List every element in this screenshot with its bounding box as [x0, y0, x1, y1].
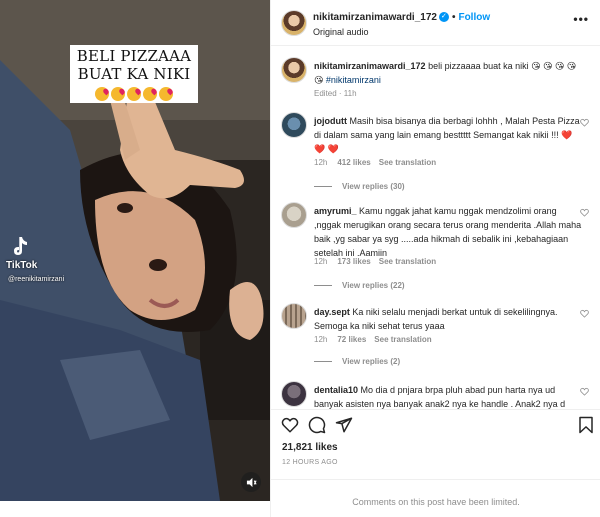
comment-time: 12h	[314, 257, 328, 266]
action-bar	[271, 409, 600, 439]
more-options-button[interactable]: •••	[573, 12, 589, 26]
comment-time: 12h	[314, 158, 328, 167]
post-panel: nikitamirzanimawardi_172 ✓ • Follow Origina…	[270, 0, 600, 517]
post-header: nikitamirzanimawardi_172 ✓ • Follow Origina…	[271, 0, 600, 46]
tiktok-brand-text: TikTok	[6, 260, 38, 271]
mute-button[interactable]	[241, 472, 261, 492]
author-avatar[interactable]	[281, 10, 307, 36]
comment-likes[interactable]: 412 likes	[337, 158, 370, 167]
tiktok-logo-icon	[14, 237, 27, 255]
comment-text: Masih bisa bisanya dia berbagi lohhh , M…	[314, 116, 580, 140]
author-username[interactable]: nikitamirzanimawardi_172	[313, 12, 437, 23]
comment-username[interactable]: jojodutt	[314, 116, 347, 126]
see-translation-link[interactable]: See translation	[379, 158, 436, 167]
comment-likes[interactable]: 173 likes	[337, 257, 370, 266]
kiss-emoji-icon	[143, 86, 157, 101]
comment-username[interactable]: amyrumi_	[314, 206, 357, 216]
like-comment-icon[interactable]	[580, 118, 589, 127]
kiss-emoji-row	[70, 85, 198, 101]
comment-text: Ka niki selalu menjadi berkat untuk di s…	[314, 307, 558, 331]
like-comment-icon[interactable]	[580, 309, 589, 318]
post-timestamp[interactable]: 12 HOURS AGO	[282, 459, 338, 466]
view-replies-button[interactable]: View replies (30)	[314, 182, 405, 191]
commenter-avatar[interactable]	[281, 202, 307, 228]
see-translation-link[interactable]: See translation	[379, 257, 436, 266]
comment-likes[interactable]: 72 likes	[337, 335, 366, 344]
comment-meta: 12h 412 likes See translation	[314, 158, 436, 167]
like-comment-icon[interactable]	[580, 208, 589, 217]
speaker-icon	[246, 477, 257, 487]
verified-badge-icon: ✓	[438, 12, 449, 23]
see-translation-link[interactable]: See translation	[374, 335, 431, 344]
original-audio-link[interactable]: Original audio	[313, 27, 369, 37]
caption-author-avatar[interactable]	[281, 57, 307, 83]
commenter-avatar[interactable]	[281, 303, 307, 329]
kiss-emoji-icon	[111, 86, 125, 101]
comments-limited-notice: Comments on this post have been limited.	[271, 479, 600, 517]
video-player[interactable]: BELI PIZZAAA BUAT KA NIKI TikTok @reenik…	[0, 0, 270, 501]
kiss-emoji-icon	[127, 86, 141, 101]
commenter-avatar[interactable]	[281, 381, 307, 407]
comment-username[interactable]: day.sept	[314, 307, 350, 317]
video-caption-line-1: BELI PIZZAAA	[76, 47, 192, 65]
caption-meta: Edited · 11h	[314, 89, 357, 98]
like-heart-icon[interactable]	[281, 416, 299, 434]
header-separator: •	[451, 12, 456, 23]
video-caption-overlay: BELI PIZZAAA BUAT KA NIKI	[70, 45, 198, 103]
follow-button[interactable]: Follow	[458, 12, 490, 23]
view-replies-button[interactable]: View replies (2)	[314, 357, 400, 366]
share-plane-icon[interactable]	[335, 416, 353, 434]
like-comment-icon[interactable]	[580, 387, 589, 396]
bookmark-icon[interactable]	[577, 416, 595, 434]
comment-username[interactable]: dentalia10	[314, 385, 358, 395]
comment-bubble-icon[interactable]	[308, 416, 326, 434]
likes-count[interactable]: 21,821 likes	[282, 442, 338, 453]
comments-list[interactable]: nikitamirzanimawardi_172 beli pizzaaaa b…	[271, 47, 600, 409]
kiss-emoji-icon	[95, 86, 109, 101]
caption-hashtag[interactable]: #nikitamirzani	[326, 75, 381, 85]
tiktok-handle-text: @reenikitamirzani	[8, 276, 65, 283]
comment-meta: 12h 173 likes See translation	[314, 257, 436, 266]
comment-time: 12h	[314, 335, 328, 344]
view-replies-button[interactable]: View replies (22)	[314, 281, 405, 290]
caption-username[interactable]: nikitamirzanimawardi_172	[314, 61, 426, 71]
video-caption-line-2: BUAT KA NIKI	[77, 65, 191, 83]
comment-meta: 12h 72 likes See translation	[314, 335, 432, 344]
commenter-avatar[interactable]	[281, 112, 307, 138]
kiss-emoji-icon	[159, 86, 173, 101]
